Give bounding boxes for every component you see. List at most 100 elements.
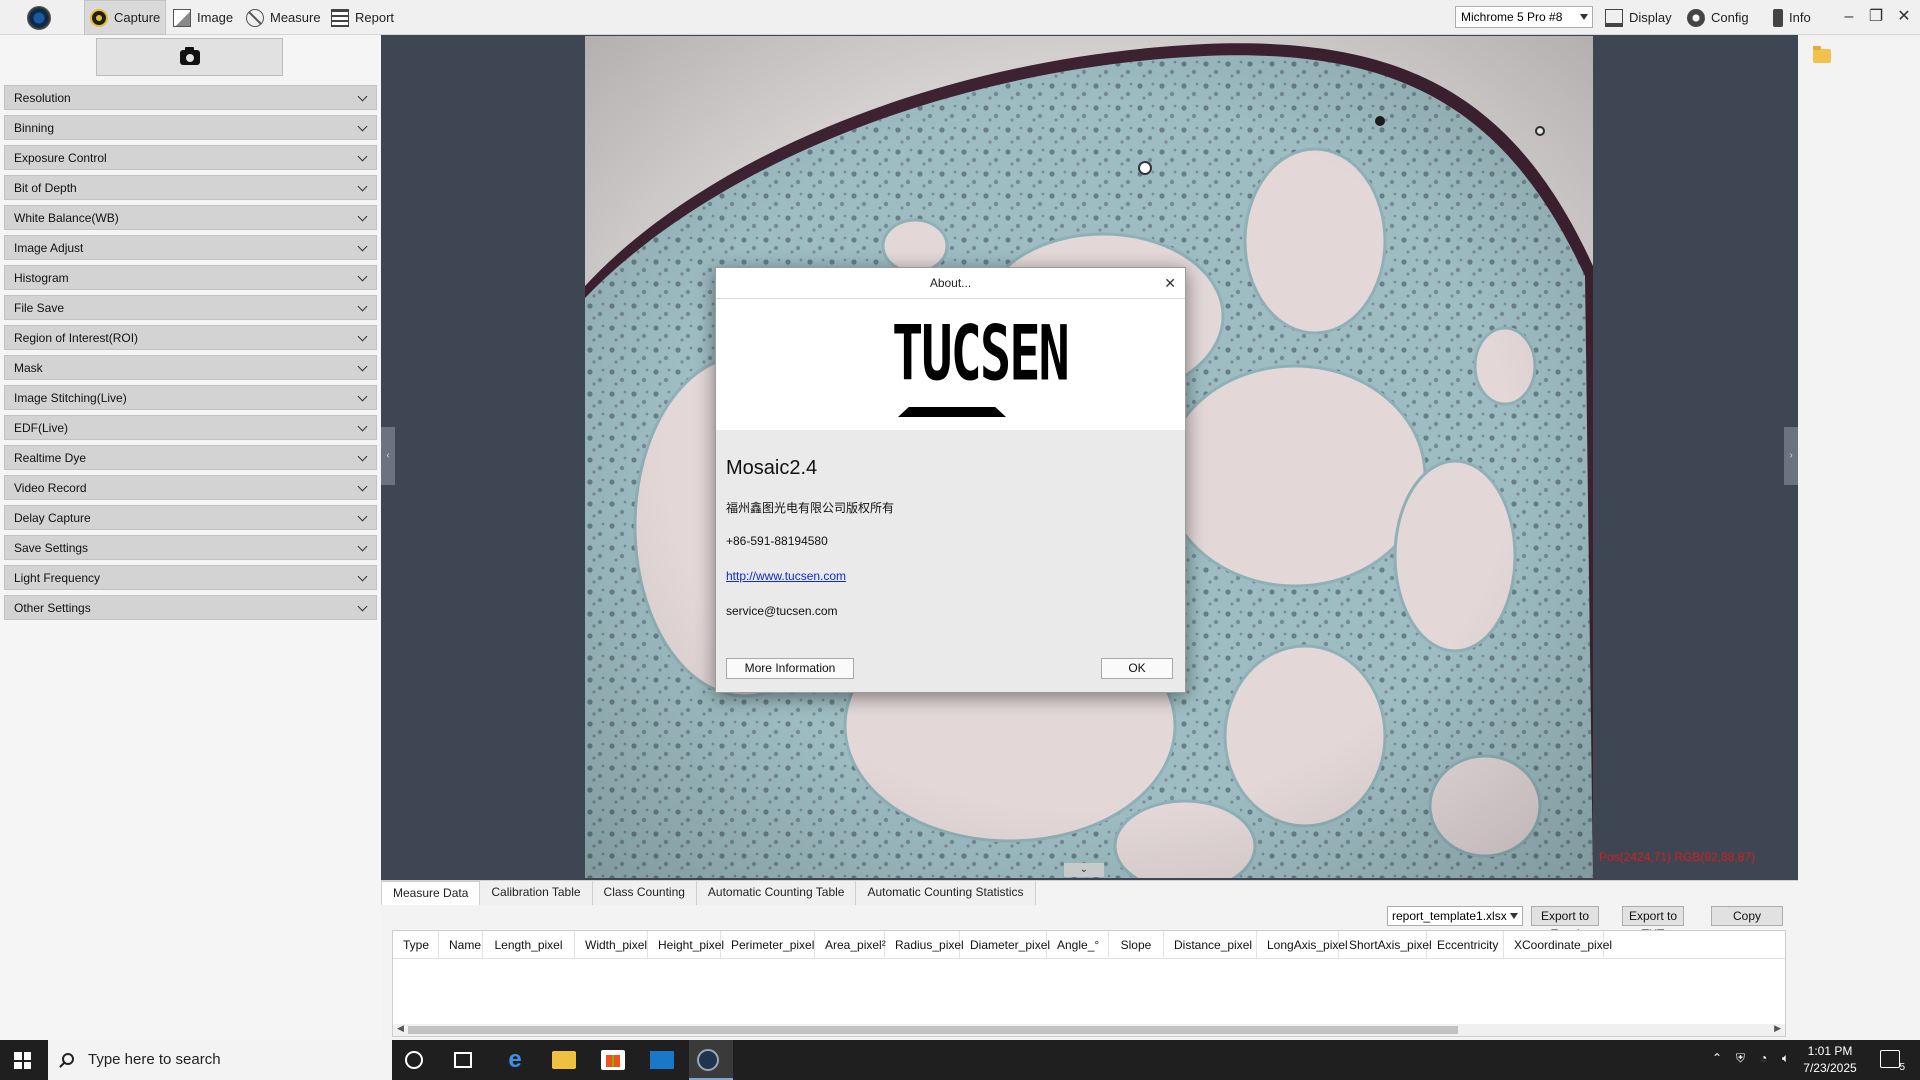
column-header[interactable]: Length_pixel (483, 931, 575, 958)
chevron-down-icon (357, 271, 368, 282)
display-button[interactable]: Display (1600, 0, 1677, 35)
close-window-button[interactable]: ✕ (1893, 6, 1915, 28)
settings-section[interactable]: Delay Capture (4, 505, 377, 530)
settings-section[interactable]: Realtime Dye (4, 445, 377, 470)
copy-button[interactable]: Copy (1711, 906, 1783, 926)
snapshot-button[interactable] (96, 38, 283, 76)
report-template-select[interactable]: report_template1.xlsx (1387, 906, 1523, 926)
column-header[interactable]: ShortAxis_pixel (1339, 931, 1432, 958)
settings-section[interactable]: Binning (4, 115, 377, 140)
mail-icon[interactable] (650, 1051, 674, 1069)
ok-button[interactable]: OK (1101, 658, 1173, 679)
data-tab[interactable]: Calibration Table (480, 881, 593, 905)
column-header[interactable]: Distance_pixel (1164, 931, 1257, 958)
settings-section[interactable]: Histogram (4, 265, 377, 290)
network-icon[interactable]: ◔ (1760, 1051, 1767, 1065)
website-link[interactable]: http://www.tucsen.com (726, 569, 846, 583)
notification-center-icon[interactable]: 5 (1880, 1050, 1905, 1073)
security-icon[interactable]: ⛨ (1736, 1051, 1745, 1066)
file-explorer-icon[interactable] (552, 1051, 576, 1069)
settings-section-label: Mask (14, 361, 43, 375)
settings-section[interactable]: Mask (4, 355, 377, 380)
data-tab[interactable]: Measure Data (381, 881, 481, 905)
column-header[interactable]: Name (439, 931, 483, 958)
collapse-bottom-handle[interactable]: ⌄ (1064, 863, 1104, 877)
store-icon[interactable] (601, 1050, 625, 1070)
system-clock[interactable]: 1:01 PM 7/23/2025 (1800, 1043, 1860, 1077)
settings-section[interactable]: White Balance(WB) (4, 205, 377, 230)
minimize-button[interactable]: – (1838, 6, 1860, 28)
scrollbar-thumb[interactable] (408, 1026, 1458, 1034)
settings-section[interactable]: Image Adjust (4, 235, 377, 260)
export-excel-button[interactable]: Export to Excel (1531, 906, 1599, 941)
settings-section[interactable]: Exposure Control (4, 145, 377, 170)
column-header[interactable]: Area_pixel² (815, 931, 886, 958)
task-view-icon[interactable] (454, 1052, 472, 1068)
column-header[interactable]: Perimeter_pixel (721, 931, 815, 958)
tab-measure[interactable]: Measure (241, 0, 326, 35)
chevron-down-icon (357, 541, 368, 552)
tab-report[interactable]: Report (326, 0, 399, 35)
collapse-right-handle[interactable]: › (1784, 427, 1798, 485)
app-name: Mosaic2.4 (726, 457, 818, 479)
windows-start-icon[interactable] (14, 1052, 31, 1069)
measure-data-table[interactable]: Type Name Length_pixel Width_pixel Height_pi… (392, 930, 1786, 1037)
data-tab[interactable]: Class Counting (592, 881, 697, 905)
camera-select[interactable]: Michrome 5 Pro #8 (1455, 6, 1593, 28)
settings-section[interactable]: Save Settings (4, 535, 377, 560)
show-hidden-icons-icon[interactable]: ⌃ (1712, 1051, 1722, 1065)
config-label: Config (1711, 10, 1749, 25)
column-header[interactable]: XCoordinate_pixel (1504, 931, 1612, 958)
tab-report-label: Report (355, 10, 395, 25)
tab-capture-label: Capture (114, 10, 161, 25)
search-placeholder: Type here to search (88, 1051, 221, 1068)
settings-section[interactable]: Region of Interest(ROI) (4, 325, 377, 350)
taskbar-search[interactable]: Type here to search (48, 1040, 392, 1080)
chevron-down-icon (357, 241, 368, 252)
settings-section[interactable]: Other Settings (4, 595, 377, 620)
chevron-down-icon (1580, 14, 1588, 20)
close-icon[interactable]: ✕ (1164, 268, 1176, 299)
collapse-left-handle[interactable]: ‹ (381, 427, 395, 485)
scroll-left-icon[interactable]: ◀ (397, 1023, 404, 1034)
settings-section[interactable]: Light Frequency (4, 565, 377, 590)
volume-icon[interactable]: 🔈︎ (1782, 1051, 1789, 1066)
config-button[interactable]: Config (1682, 0, 1754, 35)
scroll-right-icon[interactable]: ▶ (1774, 1023, 1781, 1034)
column-header[interactable]: LongAxis_pixel (1257, 931, 1348, 958)
column-header[interactable]: Diameter_pixel (960, 931, 1050, 958)
tab-image[interactable]: Image (168, 0, 238, 35)
settings-section[interactable]: Video Record (4, 475, 377, 500)
column-header[interactable]: Type (393, 931, 439, 958)
chevron-down-icon (357, 331, 368, 342)
settings-section-label: Image Adjust (14, 241, 84, 255)
settings-section[interactable]: EDF(Live) (4, 415, 377, 440)
settings-section[interactable]: Bit of Depth (4, 175, 377, 200)
mosaic-app-icon[interactable] (697, 1049, 719, 1071)
column-header[interactable]: Angle_° (1047, 931, 1109, 958)
edge-browser-icon[interactable]: e (503, 1048, 527, 1072)
camera-select-value: Michrome 5 Pro #8 (1461, 10, 1563, 24)
tab-capture[interactable]: Capture (84, 0, 167, 35)
cortana-icon[interactable] (405, 1051, 423, 1069)
horizontal-scrollbar[interactable]: ◀ ▶ (393, 1023, 1785, 1036)
column-header[interactable]: Height_pixel (648, 931, 724, 958)
column-header[interactable]: Width_pixel (575, 931, 648, 958)
settings-section[interactable]: Resolution (4, 85, 377, 110)
settings-section[interactable]: Image Stitching(Live) (4, 385, 377, 410)
table-header: Type Name Length_pixel Width_pixel Height_pi… (393, 931, 1785, 959)
data-tab[interactable]: Automatic Counting Statistics (856, 881, 1036, 905)
phone-text: +86-591-88194580 (726, 534, 828, 548)
settings-section[interactable]: File Save (4, 295, 377, 320)
tab-measure-label: Measure (270, 10, 321, 25)
folder-icon[interactable] (1813, 46, 1831, 63)
info-button[interactable]: Info (1768, 0, 1816, 35)
export-txt-button[interactable]: Export to TXT (1622, 906, 1684, 941)
restore-button[interactable]: ❐ (1865, 6, 1887, 28)
column-header[interactable]: Slope (1109, 931, 1164, 958)
app-logo-icon[interactable] (27, 6, 51, 30)
data-tab[interactable]: Automatic Counting Table (696, 881, 857, 905)
column-header[interactable]: Eccentricity (1427, 931, 1504, 958)
column-header[interactable]: Radius_pixel (885, 931, 964, 958)
more-information-button[interactable]: More Information (726, 658, 854, 679)
